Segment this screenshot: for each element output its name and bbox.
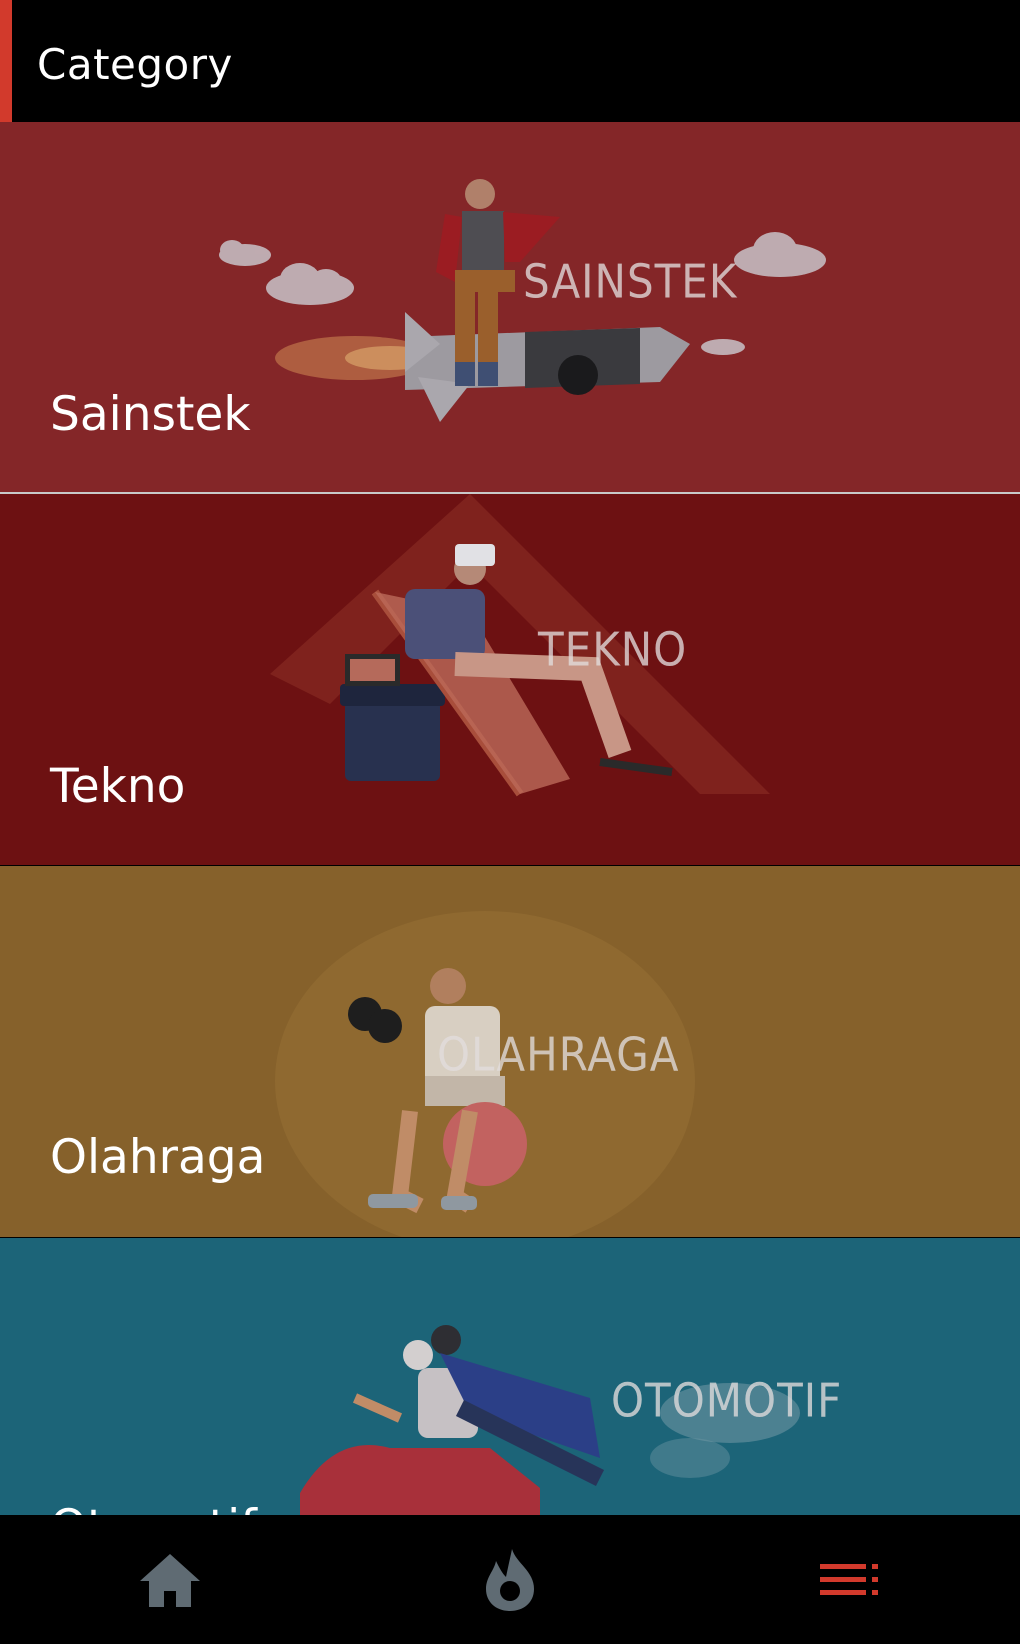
- category-label: Sainstek: [50, 387, 251, 442]
- category-list[interactable]: SAINSTEK Sainstek TEKNO Tekno OLAHRAGA O…: [0, 122, 1020, 1515]
- category-banner-text: SAINSTEK: [523, 254, 738, 309]
- category-label: Olahraga: [50, 1130, 266, 1185]
- nav-home-button[interactable]: [70, 1515, 270, 1644]
- category-banner-text: OTOMOTIF: [611, 1373, 843, 1428]
- nav-trending-button[interactable]: [410, 1515, 610, 1644]
- home-icon: [140, 1553, 200, 1607]
- category-card-otomotif[interactable]: OTOMOTIF Otomotif: [0, 1238, 1020, 1515]
- category-card-sainstek[interactable]: SAINSTEK Sainstek: [0, 122, 1020, 493]
- category-label: Tekno: [50, 759, 186, 814]
- flame-icon: [486, 1548, 534, 1611]
- header-accent-bar: [0, 0, 12, 122]
- category-banner-text: OLAHRAGA: [437, 1027, 680, 1082]
- otomotif-illustration: [0, 1238, 1020, 1515]
- category-banner-text: TEKNO: [538, 622, 688, 677]
- category-card-olahraga[interactable]: OLAHRAGA Olahraga: [0, 866, 1020, 1237]
- bottom-navigation: [0, 1515, 1020, 1644]
- category-list-icon: [820, 1563, 878, 1595]
- card-divider: [0, 492, 1020, 494]
- page-title: Category: [37, 40, 233, 89]
- category-label: Otomotif: [50, 1500, 257, 1515]
- app-header: Category: [0, 0, 1020, 122]
- category-card-tekno[interactable]: TEKNO Tekno: [0, 494, 1020, 865]
- nav-category-button[interactable]: [750, 1515, 950, 1644]
